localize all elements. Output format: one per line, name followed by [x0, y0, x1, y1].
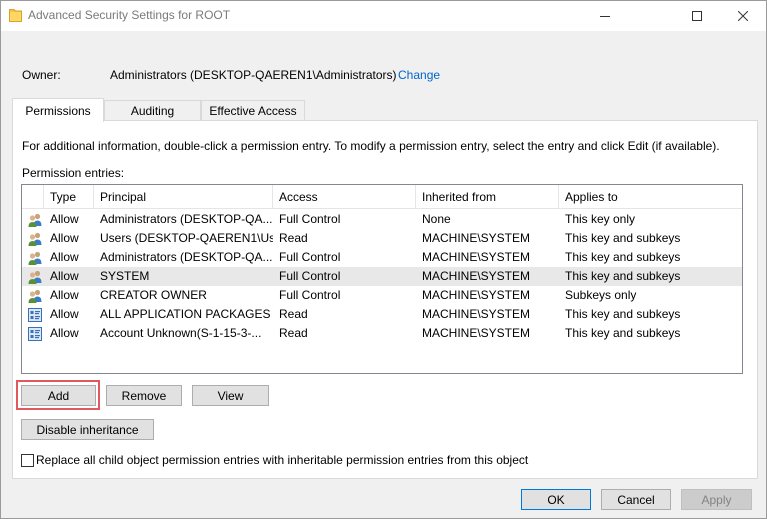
cell-applies: This key and subkeys [565, 269, 681, 283]
table-row[interactable]: Allow CREATOR OWNER Full Control MACHINE\SY… [22, 286, 742, 305]
view-button[interactable]: View [192, 385, 269, 406]
cell-inherited: MACHINE\SYSTEM [422, 326, 531, 340]
change-owner-link[interactable]: Change [398, 68, 440, 82]
ok-button[interactable]: OK [521, 489, 591, 510]
user-group-icon [27, 269, 43, 285]
owner-value: Administrators (DESKTOP-QAEREN1\Administ… [110, 68, 397, 82]
info-text: For additional information, double-click… [22, 139, 720, 153]
cell-type: Allow [50, 212, 79, 226]
cancel-button[interactable]: Cancel [601, 489, 671, 510]
cell-type: Allow [50, 269, 79, 283]
table-row[interactable]: Allow ALL APPLICATION PACKAGES Read MACHINE… [22, 305, 742, 324]
table-row[interactable]: Allow Administrators (DESKTOP-QA... Full C… [22, 210, 742, 229]
cell-access: Read [279, 307, 308, 321]
permission-entries-list[interactable]: Type Principal Access Inherited from App… [21, 184, 743, 374]
cell-principal: CREATOR OWNER [100, 288, 207, 302]
cell-access: Full Control [279, 269, 341, 283]
cell-inherited: MACHINE\SYSTEM [422, 269, 531, 283]
cell-inherited: MACHINE\SYSTEM [422, 250, 531, 264]
replace-child-permissions-checkbox[interactable] [21, 454, 34, 467]
cell-applies: This key and subkeys [565, 307, 681, 321]
cell-inherited: MACHINE\SYSTEM [422, 231, 531, 245]
app-package-icon [27, 326, 43, 342]
advanced-security-dialog: Advanced Security Settings for ROOT Owne… [0, 0, 767, 519]
cell-principal: Users (DESKTOP-QAEREN1\Us... [100, 231, 273, 245]
folder-icon [9, 8, 22, 22]
replace-child-permissions-label: Replace all child object permission entr… [36, 453, 529, 467]
tab-effective-access[interactable]: Effective Access [201, 100, 305, 121]
table-row[interactable]: Allow Account Unknown(S-1-15-3-... Read MAC… [22, 324, 742, 343]
column-header-principal[interactable]: Principal [94, 185, 273, 209]
cell-type: Allow [50, 307, 79, 321]
cell-principal: Administrators (DESKTOP-QA... [100, 250, 273, 264]
cell-type: Allow [50, 231, 79, 245]
cell-access: Full Control [279, 212, 341, 226]
permission-entries-label: Permission entries: [22, 166, 125, 180]
owner-label: Owner: [22, 68, 61, 82]
table-row[interactable]: Allow SYSTEM Full Control MACHINE\SYSTEM Thi… [22, 267, 742, 286]
cell-access: Read [279, 231, 308, 245]
cell-access: Full Control [279, 250, 341, 264]
user-group-icon [27, 250, 43, 266]
cell-principal: SYSTEM [100, 269, 150, 283]
column-header-icon[interactable] [22, 185, 44, 209]
tab-permissions[interactable]: Permissions [12, 98, 104, 122]
cell-principal: Administrators (DESKTOP-QA... [100, 212, 273, 226]
minimize-button[interactable] [582, 1, 628, 31]
cell-inherited: None [422, 212, 451, 226]
list-header: Type Principal Access Inherited from App… [22, 185, 742, 209]
apply-button[interactable]: Apply [681, 489, 752, 510]
user-group-icon [27, 212, 43, 228]
cell-access: Read [279, 326, 308, 340]
user-group-icon [27, 231, 43, 247]
cell-applies: This key and subkeys [565, 231, 681, 245]
column-header-inherited-from[interactable]: Inherited from [416, 185, 559, 209]
cell-type: Allow [50, 288, 79, 302]
cell-applies: This key only [565, 212, 636, 226]
cell-type: Allow [50, 250, 79, 264]
column-header-type[interactable]: Type [44, 185, 94, 209]
column-header-applies-to[interactable]: Applies to [559, 185, 742, 209]
window-title: Advanced Security Settings for ROOT [28, 8, 231, 22]
disable-inheritance-button[interactable]: Disable inheritance [21, 419, 154, 440]
cell-applies: This key and subkeys [565, 326, 681, 340]
cell-applies: Subkeys only [565, 288, 637, 302]
table-row[interactable]: Allow Administrators (DESKTOP-QA... Full C… [22, 248, 742, 267]
cell-inherited: MACHINE\SYSTEM [422, 307, 531, 321]
cell-applies: This key and subkeys [565, 250, 681, 264]
close-button[interactable] [720, 1, 766, 31]
tab-auditing[interactable]: Auditing [104, 100, 201, 121]
cell-principal: Account Unknown(S-1-15-3-... [100, 326, 262, 340]
column-header-access[interactable]: Access [273, 185, 416, 209]
cell-type: Allow [50, 326, 79, 340]
add-button[interactable]: Add [21, 385, 96, 406]
title-bar: Advanced Security Settings for ROOT [1, 1, 766, 31]
maximize-button[interactable] [674, 1, 720, 31]
table-row[interactable]: Allow Users (DESKTOP-QAEREN1\Us... Read MAC… [22, 229, 742, 248]
remove-button[interactable]: Remove [106, 385, 182, 406]
app-package-icon [27, 307, 43, 323]
cell-principal: ALL APPLICATION PACKAGES [100, 307, 271, 321]
user-group-icon [27, 288, 43, 304]
cell-access: Full Control [279, 288, 341, 302]
cell-inherited: MACHINE\SYSTEM [422, 288, 531, 302]
